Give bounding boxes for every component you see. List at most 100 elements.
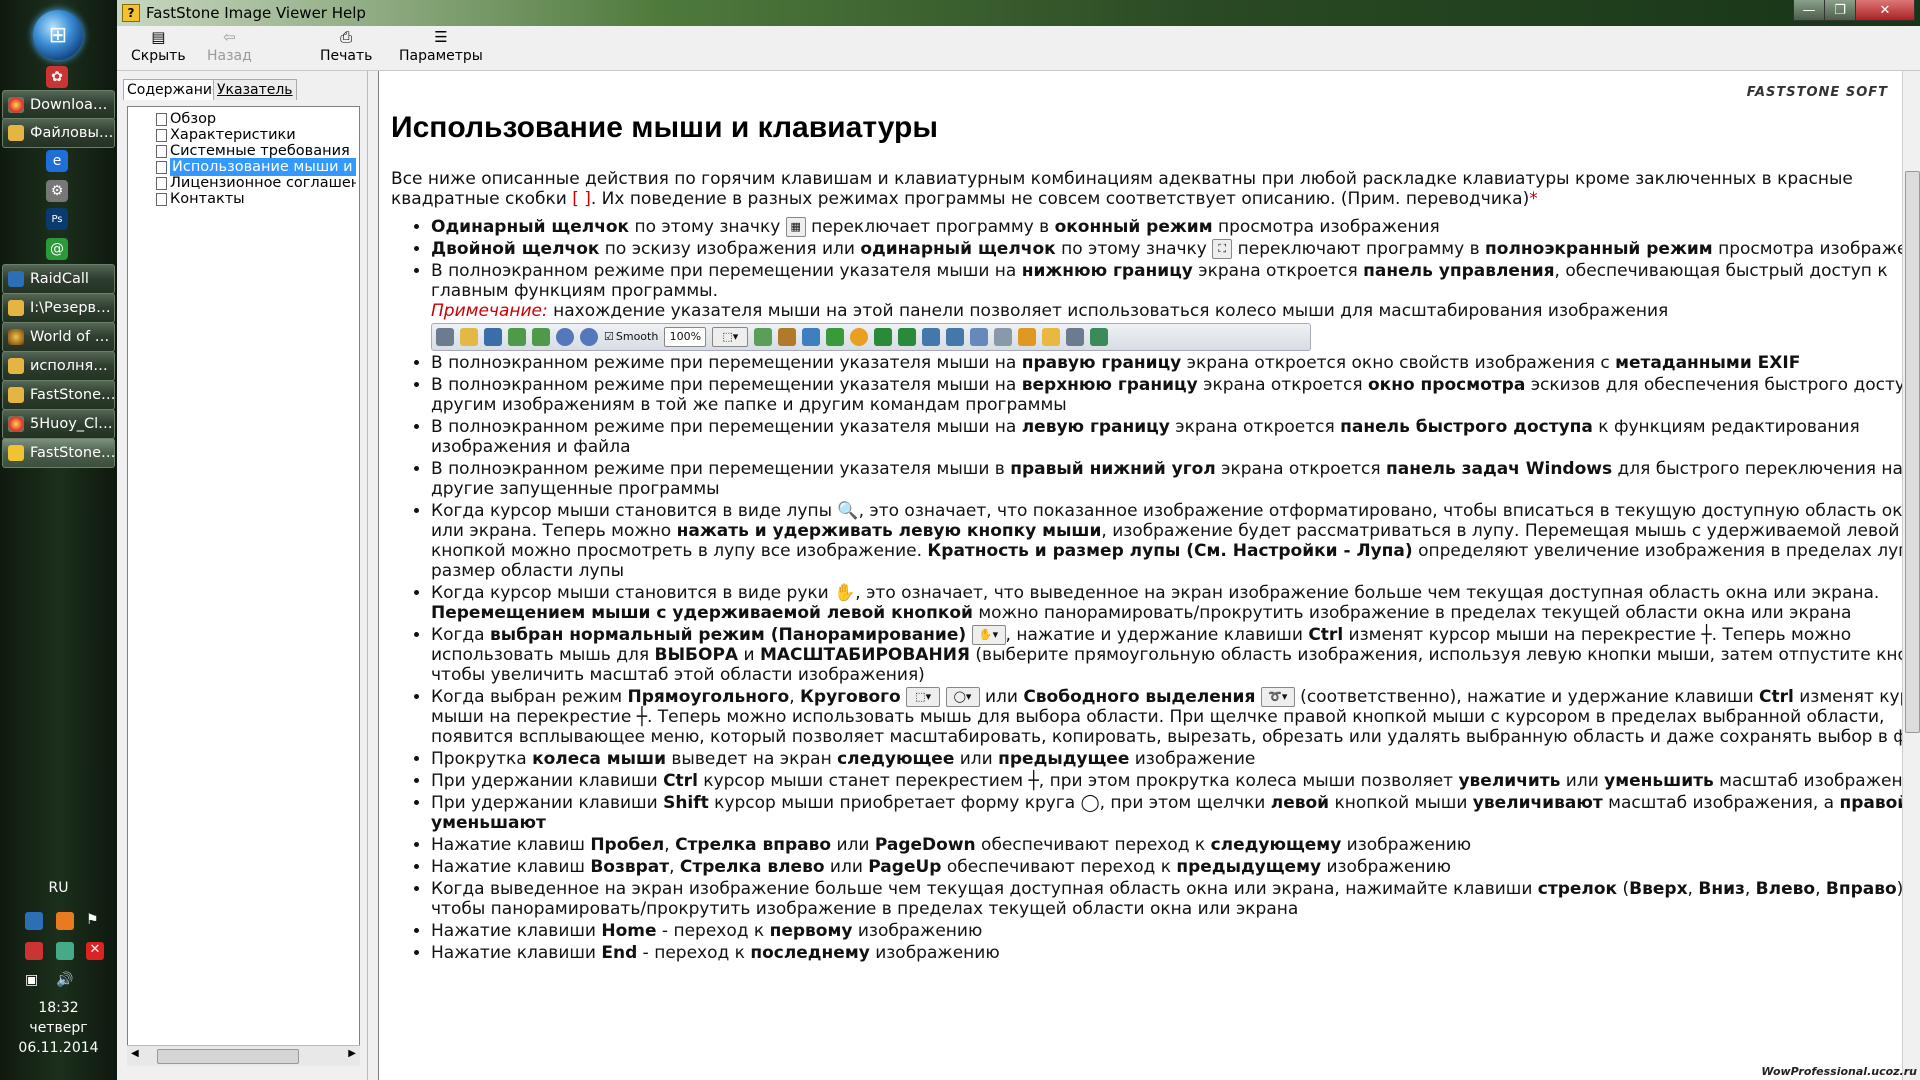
scrollbar-thumb[interactable] — [1905, 171, 1920, 733]
language-indicator[interactable]: RU — [0, 880, 117, 896]
scroll-right-icon[interactable]: ▶ — [348, 1048, 356, 1059]
maximize-button[interactable]: ❐ — [1824, 0, 1856, 21]
clock-day[interactable]: четверг — [0, 1020, 117, 1036]
chrome-icon — [8, 416, 24, 432]
window-mode-icon: ▦ — [785, 217, 806, 237]
tree-item-label: Контакты — [170, 191, 245, 207]
folder-icon — [8, 358, 24, 374]
intro-brackets: [ ] — [572, 189, 591, 209]
volume-icon[interactable]: 🔊 — [56, 972, 74, 990]
smooth-checkbox: ☑ Smooth — [604, 327, 658, 347]
next-icon — [532, 328, 550, 346]
network-icon[interactable]: ▣ — [25, 972, 43, 990]
crosshair-icon: ┼ — [1028, 771, 1039, 791]
vertical-scrollbar[interactable] — [1902, 71, 1920, 1080]
list-item: Когда выбран нормальный режим (Панорамир… — [431, 625, 1920, 685]
page-icon — [156, 192, 167, 206]
taskbar-button-downloads[interactable]: Downloa… — [2, 90, 115, 120]
faststone-logo: FASTSTONE SOFT — [1746, 85, 1888, 100]
prev-icon — [508, 328, 526, 346]
printer-icon: ⎙ — [340, 28, 353, 46]
print-button[interactable]: ⎙ Печать — [320, 28, 372, 68]
list-item: Когда курсор мыши становится в виде руки… — [431, 583, 1920, 623]
zoom-in-icon — [556, 328, 574, 346]
fullscreen-toolbar-image: ☑ Smooth 100% ⬚▾ — [431, 323, 1311, 351]
rotate-left-icon — [874, 328, 893, 346]
pane-splitter[interactable] — [367, 71, 378, 1080]
hide-button[interactable]: ▤ Скрыть — [131, 28, 186, 68]
hide-pane-icon: ▤ — [151, 28, 166, 46]
list-item: В полноэкранном режиме при перемещении у… — [431, 417, 1920, 457]
photoshop-icon[interactable]: Ps — [46, 208, 68, 230]
pan-mode-icon: ✋▾ — [971, 625, 1006, 645]
tool-icon — [802, 328, 821, 346]
selection-tool-icon: ⬚▾ — [712, 327, 749, 347]
tray-app-icon[interactable] — [56, 942, 74, 960]
taskbar-button-faststone-help[interactable]: FastStone… — [2, 438, 115, 468]
taskbar-button-5huoy[interactable]: 5Huoy_Cl… — [2, 409, 115, 439]
start-button[interactable]: ⊞ — [33, 10, 83, 60]
intro-star: * — [1529, 189, 1538, 209]
tool-icon — [754, 328, 773, 346]
taskbar-button-wow[interactable]: World of … — [2, 322, 115, 352]
open-folder-icon — [460, 328, 478, 346]
tree-item-contacts[interactable]: Контакты — [156, 190, 356, 208]
magnifier-icon: 🔍 — [837, 501, 859, 521]
taskbar-button-files[interactable]: Файловы… — [2, 118, 115, 148]
taskbar-button-faststone-folder[interactable]: FastStone… — [2, 380, 115, 410]
taskbar-button-backup[interactable]: I:\Резерв… — [2, 293, 115, 323]
page-icon — [156, 176, 167, 190]
tray-app-icon[interactable] — [25, 942, 43, 960]
taskbar-button-label: FastStone… — [30, 387, 115, 403]
taskbar-button-raidcall[interactable]: RaidCall — [2, 264, 115, 294]
help-window: ? FastStone Image Viewer Help — ❐ ✕ ▤ Ск… — [117, 0, 1920, 1080]
folder-icon — [8, 125, 24, 141]
tray-app-icon[interactable] — [25, 912, 43, 930]
instruction-list: Одинарный щелчок по этому значку ▦ перек… — [391, 217, 1920, 965]
options-button[interactable]: ☰ Параметры — [399, 28, 483, 68]
tab-index[interactable]: Указатель — [213, 79, 297, 100]
crosshair-icon: ┼ — [1701, 625, 1712, 645]
intro-paragraph: Все ниже описанные действия по горячим к… — [391, 169, 1871, 209]
toolbar: ▤ Скрыть ⇦ Назад ⎙ Печать ☰ Параметры — [117, 26, 1920, 71]
list-item: В полноэкранном режиме при перемещении у… — [431, 353, 1920, 373]
tool-icon — [1090, 328, 1109, 346]
list-item: При удержании клавиши Ctrl курсор мыши с… — [431, 771, 1920, 791]
title-bar[interactable]: ? FastStone Image Viewer Help — ❐ ✕ — [117, 0, 1920, 26]
rect-select-icon: ⬚▾ — [906, 687, 941, 707]
zoom-out-icon — [580, 328, 598, 346]
taskbar-button-label: I:\Резерв… — [30, 300, 111, 316]
scroll-left-icon[interactable]: ◀ — [131, 1048, 139, 1059]
tray-app-icon[interactable]: ✕ — [86, 942, 104, 960]
taskbar-button-label: RaidCall — [30, 271, 89, 287]
back-button[interactable]: ⇦ Назад — [207, 28, 252, 68]
minimize-button[interactable]: — — [1793, 0, 1825, 21]
chrome-icon — [8, 97, 24, 113]
email-app-icon[interactable]: @ — [46, 238, 68, 260]
crosshair-icon: ┼ — [636, 707, 647, 727]
tab-contents[interactable]: Содержание — [123, 79, 225, 100]
list-item: Нажатие клавиш Пробел, Стрелка вправо ил… — [431, 835, 1920, 855]
clock-time[interactable]: 18:32 — [0, 1000, 117, 1016]
back-label: Назад — [207, 48, 252, 64]
list-item: Прокрутка колеса мыши выведет на экран с… — [431, 749, 1920, 769]
quicklaunch-app-icon[interactable]: ✿ — [46, 66, 68, 88]
clock-date[interactable]: 06.11.2014 — [0, 1040, 117, 1056]
intro-text: . Их поведение в разных режимах программ… — [590, 189, 1530, 209]
flag-icon[interactable]: ⚑ — [86, 912, 104, 930]
scrollbar-thumb[interactable] — [157, 1049, 299, 1064]
settings-app-icon[interactable]: ⚙ — [46, 180, 68, 202]
tray-app-icon[interactable] — [56, 912, 74, 930]
close-button[interactable]: ✕ — [1855, 0, 1915, 21]
navigation-pane: Содержание Указатель Обзор Характеристик… — [117, 71, 367, 1080]
horizontal-scrollbar[interactable]: ◀ ▶ — [127, 1045, 360, 1066]
hide-label: Скрыть — [131, 48, 186, 64]
taskbar-button-exec[interactable]: исполня… — [2, 351, 115, 381]
contents-tree: Обзор Характеристики Системные требовани… — [127, 106, 360, 1066]
page-icon — [156, 128, 167, 142]
zoom-select: 100% — [664, 327, 707, 347]
page-title: Использование мыши и клавиатуры — [391, 111, 938, 144]
note-text: нахождение указателя мыши на этой панели… — [547, 301, 1669, 321]
ie-icon[interactable]: e — [46, 150, 68, 172]
list-item: В полноэкранном режиме при перемещении у… — [431, 375, 1920, 415]
